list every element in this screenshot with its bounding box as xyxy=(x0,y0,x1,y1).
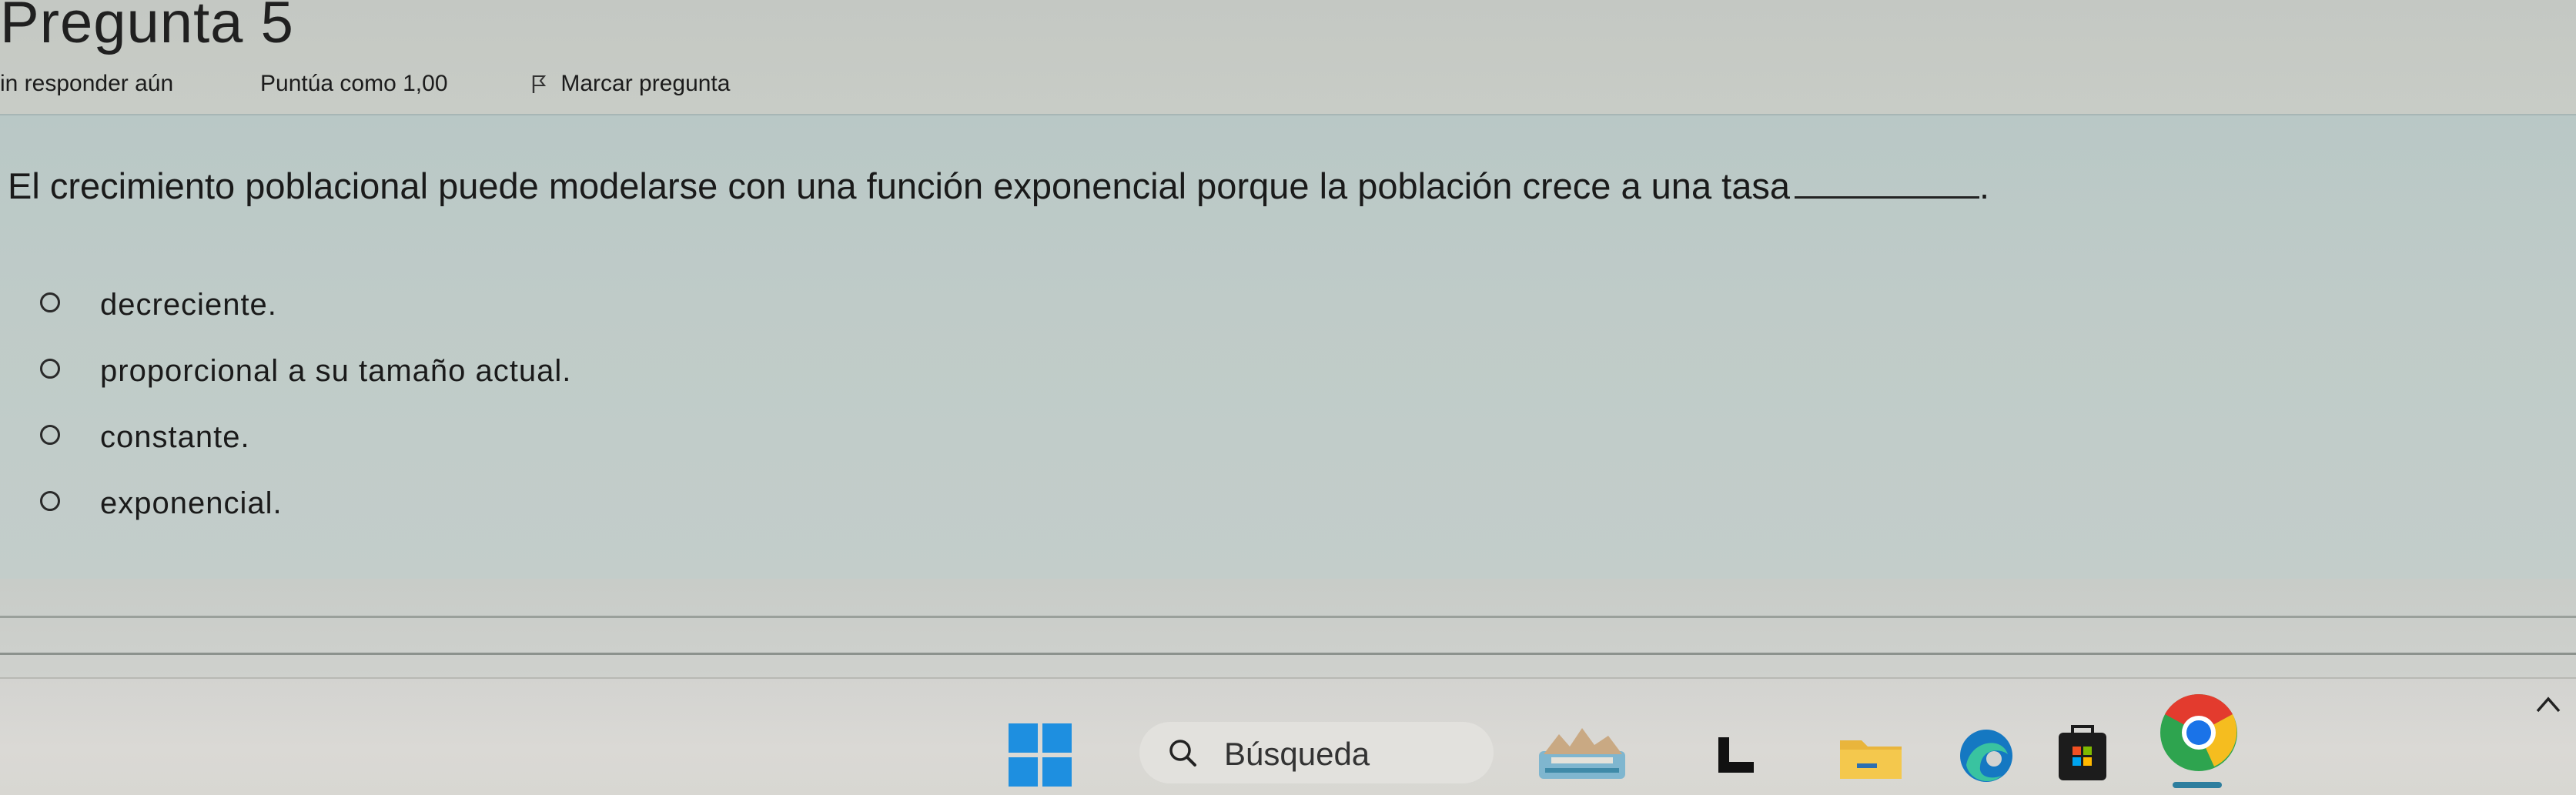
divider xyxy=(0,653,2576,655)
search-icon xyxy=(1169,740,1196,767)
start-button[interactable] xyxy=(1009,723,1072,787)
question-text-main: El crecimiento poblacional puede modelar… xyxy=(8,165,1790,206)
radio-button[interactable] xyxy=(40,425,60,445)
question-text-box: El crecimiento poblacional puede modelar… xyxy=(0,114,2576,580)
answer-option-label: decreciente. xyxy=(100,288,277,322)
flag-icon xyxy=(532,75,547,93)
file-explorer-icon[interactable] xyxy=(1838,733,1903,780)
edge-icon[interactable] xyxy=(1955,725,2017,787)
answer-option[interactable]: proporcional a su tamaño actual. xyxy=(40,354,733,400)
start-icon-part xyxy=(1042,757,1072,787)
page-footer-area xyxy=(0,579,2576,679)
divider xyxy=(0,616,2576,618)
start-icon-part xyxy=(1009,757,1038,787)
taskbar-search-box[interactable]: Búsqueda xyxy=(1139,722,1494,783)
chevron-up-icon[interactable] xyxy=(2533,693,2564,716)
chrome-icon[interactable] xyxy=(2156,686,2242,793)
answer-option[interactable]: exponencial. xyxy=(40,486,733,533)
answer-option-label: constante. xyxy=(100,420,250,454)
answer-option[interactable]: constante. xyxy=(40,420,733,466)
question-info-header: Pregunta 5 in responder aún Puntúa como … xyxy=(0,0,2576,114)
question-info-row: in responder aún Puntúa como 1,00 Marcar… xyxy=(0,71,847,102)
question-status: in responder aún xyxy=(0,71,174,96)
question-grade: Puntúa como 1,00 xyxy=(260,71,448,96)
taskbar: Búsqueda xyxy=(0,677,2576,795)
search-label: Búsqueda xyxy=(1224,736,1370,772)
question-text: El crecimiento poblacional puede modelar… xyxy=(8,165,1989,207)
answer-option-label: exponencial. xyxy=(100,486,283,520)
store-icon[interactable] xyxy=(2057,723,2108,782)
radio-button[interactable] xyxy=(40,491,60,511)
widgets-icon[interactable] xyxy=(1536,723,1628,785)
answer-option-label: proporcional a su tamaño actual. xyxy=(100,354,572,388)
flag-question-label: Marcar pregunta xyxy=(560,71,731,96)
question-text-end: . xyxy=(1979,165,1990,206)
radio-button[interactable] xyxy=(40,359,60,379)
start-icon-part xyxy=(1042,723,1072,753)
task-view-icon[interactable] xyxy=(1715,734,1758,777)
answer-option[interactable]: decreciente. xyxy=(40,288,733,334)
radio-button[interactable] xyxy=(40,292,60,312)
answer-blank xyxy=(1794,167,1979,199)
start-icon xyxy=(1009,723,1038,753)
question-title: Pregunta 5 xyxy=(0,0,294,55)
flag-question-link[interactable]: Marcar pregunta xyxy=(531,71,730,97)
